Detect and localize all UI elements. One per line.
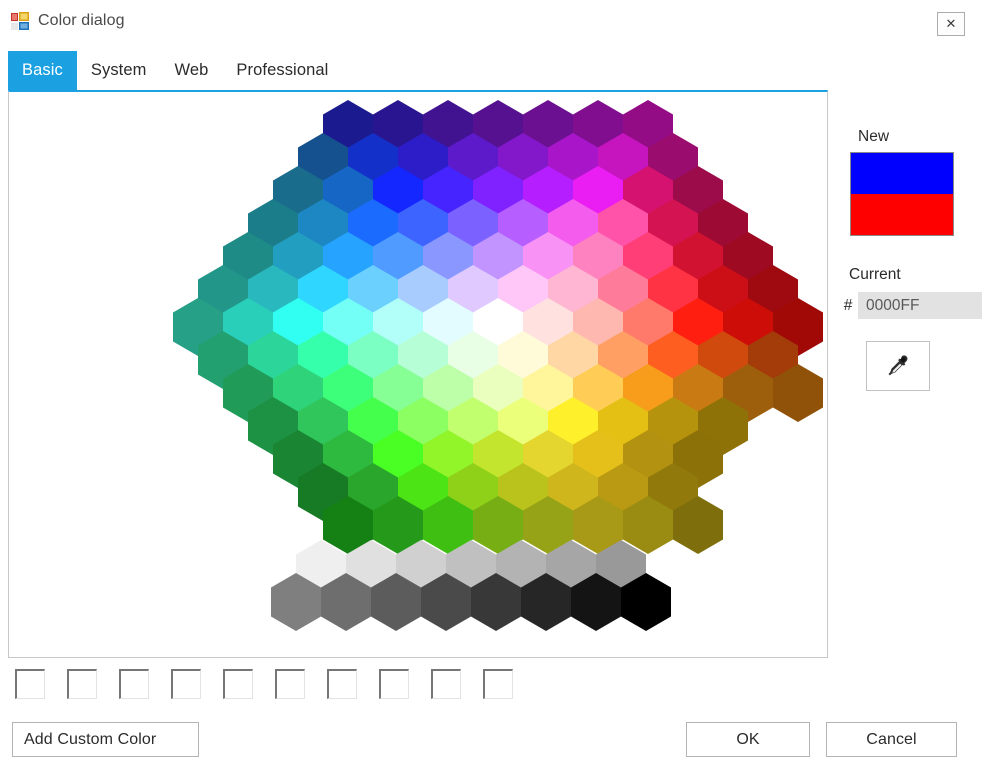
tab-professional[interactable]: Professional (222, 51, 343, 90)
new-color-top-half (851, 153, 953, 194)
color-preview-panel: New Current # (838, 90, 982, 658)
custom-color-swatch[interactable] (15, 669, 45, 699)
custom-color-swatch[interactable] (223, 669, 253, 699)
hex-value-row: # (838, 292, 982, 319)
custom-color-swatch[interactable] (275, 669, 305, 699)
custom-color-swatch[interactable] (431, 669, 461, 699)
tab-label: Professional (236, 61, 329, 79)
custom-color-swatch[interactable] (67, 669, 97, 699)
eyedropper-button[interactable] (866, 341, 930, 391)
add-custom-color-button[interactable]: Add Custom Color (12, 722, 199, 757)
new-color-swatch[interactable] (850, 152, 954, 236)
tab-label: Web (174, 61, 209, 79)
custom-color-swatch[interactable] (119, 669, 149, 699)
custom-color-swatch[interactable] (379, 669, 409, 699)
tab-bar: Basic System Web Professional (8, 51, 343, 90)
form-designer-icon (11, 12, 29, 30)
new-color-label: New (858, 128, 890, 145)
cancel-button[interactable]: Cancel (826, 722, 957, 757)
color-dialog-window: Color dialog ✕ Basic System Web Professiona… (0, 0, 982, 778)
tab-basic[interactable]: Basic (8, 51, 77, 90)
current-color-label: Current (849, 266, 901, 283)
ok-button[interactable]: OK (686, 722, 810, 757)
custom-color-swatch[interactable] (327, 669, 357, 699)
window-title: Color dialog (38, 12, 125, 29)
hexagon-color-wheel[interactable] (9, 92, 828, 658)
tab-label: System (90, 61, 147, 79)
custom-color-swatch[interactable] (483, 669, 513, 699)
palette-panel (8, 90, 828, 658)
eyedropper-icon (888, 355, 908, 376)
custom-colors-row (15, 669, 513, 699)
tab-web[interactable]: Web (160, 51, 223, 90)
new-color-bottom-half (851, 194, 953, 235)
title-bar: Color dialog ✕ (0, 0, 982, 46)
close-icon[interactable]: ✕ (937, 12, 965, 36)
hex-value-input[interactable] (858, 292, 982, 319)
tab-system[interactable]: System (76, 51, 161, 90)
tab-label: Basic (22, 61, 63, 79)
hash-symbol: # (843, 296, 853, 314)
custom-color-swatch[interactable] (171, 669, 201, 699)
